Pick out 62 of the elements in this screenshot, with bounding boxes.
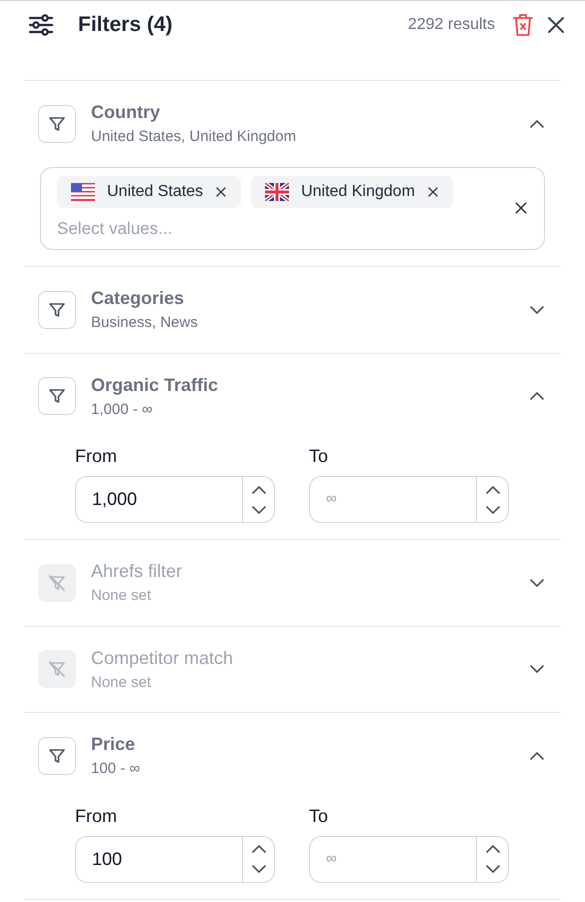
- chip-label: United States: [107, 182, 204, 202]
- filter-icon: [38, 290, 76, 329]
- section-summary: United States, United Kingdom: [91, 127, 298, 147]
- increment-icon: [250, 844, 266, 854]
- section-title: Price: [91, 733, 136, 756]
- increment-icon: [484, 844, 500, 854]
- section-summary: 1,000 - ∞: [91, 400, 154, 420]
- number-field[interactable]: ∞: [309, 836, 509, 882]
- number-field[interactable]: ∞: [309, 476, 509, 523]
- section-summary: None set: [91, 672, 152, 692]
- chevron-up-icon: [529, 750, 545, 761]
- section-summary: None set: [91, 586, 152, 606]
- section-title: Country: [91, 101, 161, 124]
- from-label: From: [75, 804, 118, 828]
- remove-icon[interactable]: [426, 186, 439, 198]
- section-header[interactable]: Categories Business, News: [24, 267, 561, 352]
- decrement-icon: [484, 864, 500, 874]
- remove-icon[interactable]: [215, 186, 228, 198]
- section-title: Categories: [91, 287, 186, 310]
- section-summary: 100 - ∞: [91, 759, 142, 779]
- flag-icon: [71, 182, 95, 200]
- decrement-icon: [250, 864, 266, 874]
- from-label: From: [75, 445, 118, 468]
- decrement-icon: [250, 504, 266, 514]
- increment-icon: [250, 484, 266, 494]
- select-placeholder: Select values...: [57, 218, 174, 240]
- filter-icon: [38, 736, 76, 775]
- chevron-up-icon: [529, 391, 545, 402]
- number-field[interactable]: 1,000: [75, 476, 275, 523]
- chip-label: United Kingdom: [301, 182, 415, 202]
- section-title: Ahrefs filter: [91, 560, 184, 583]
- chevron-down-icon: [529, 578, 545, 588]
- close-icon[interactable]: [547, 16, 565, 34]
- settings-sliders-icon: [28, 14, 54, 36]
- field-value: 100: [92, 848, 122, 870]
- panel-title: Filters (4): [78, 12, 174, 38]
- section-header[interactable]: Country United States, United Kingdom: [24, 81, 561, 166]
- section-summary: Business, News: [91, 313, 199, 333]
- number-field[interactable]: 100: [75, 836, 275, 882]
- section-title: Competitor match: [91, 646, 234, 670]
- filter-icon: [38, 377, 76, 416]
- filter-off-icon: [38, 564, 76, 602]
- chevron-up-icon: [529, 118, 545, 129]
- to-label: To: [309, 804, 330, 828]
- to-label: To: [309, 445, 330, 468]
- delete-icon[interactable]: [513, 13, 533, 37]
- clear-icon[interactable]: [514, 201, 528, 216]
- section-header[interactable]: Price 100 - ∞: [24, 713, 561, 798]
- results-count: 2292 results: [408, 15, 495, 35]
- flag-icon: [265, 182, 290, 200]
- chevron-down-icon: [529, 664, 545, 674]
- field-placeholder: ∞: [326, 489, 337, 510]
- field-value: 1,000: [92, 488, 138, 511]
- section-header[interactable]: Organic Traffic 1,000 - ∞: [24, 354, 561, 439]
- section-title: Organic Traffic: [91, 374, 220, 397]
- filter-off-icon: [38, 650, 76, 688]
- field-placeholder: ∞: [326, 848, 337, 869]
- decrement-icon: [484, 504, 500, 514]
- multi-select-field[interactable]: United States United Kingdom Select values...: [40, 166, 545, 250]
- increment-icon: [484, 484, 500, 494]
- chevron-down-icon: [529, 304, 545, 315]
- filter-icon: [38, 104, 76, 143]
